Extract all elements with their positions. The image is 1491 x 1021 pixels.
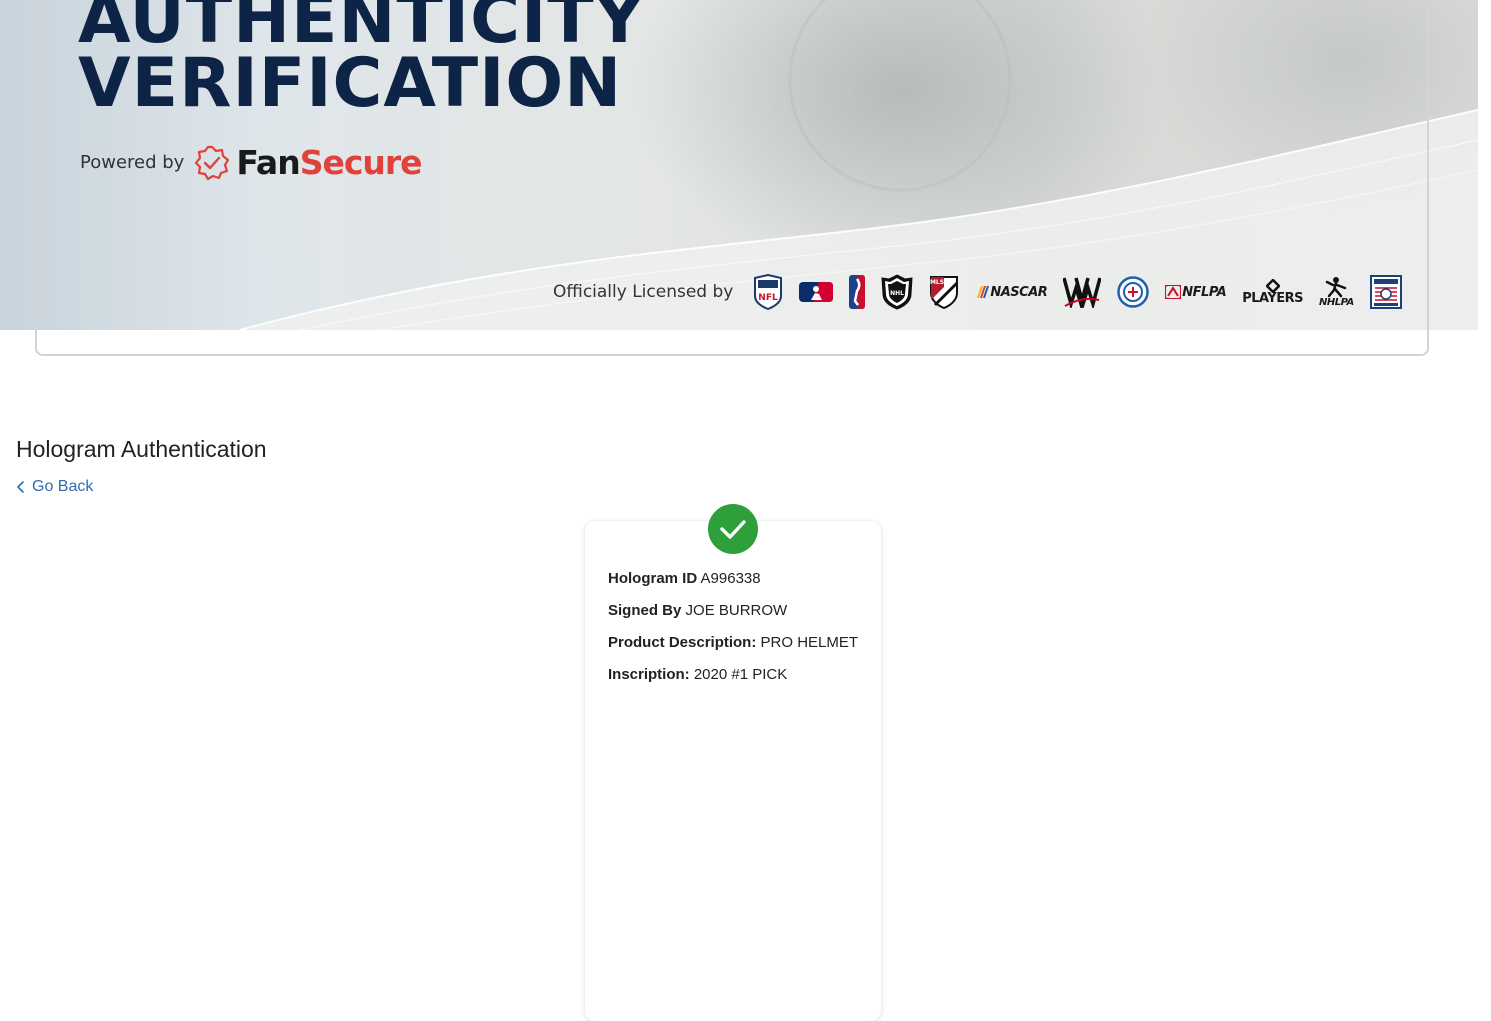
nfl-logo-icon: NFL [753, 274, 783, 310]
powered-by: Powered by FanSecure [80, 143, 423, 182]
verified-check-icon [708, 504, 758, 554]
licensed-by-label: Officially Licensed by [553, 282, 734, 302]
signed-by-label: Signed By [608, 602, 682, 619]
inscription-value: 2020 #1 PICK [693, 666, 788, 683]
wwe-logo-icon [1063, 274, 1102, 310]
hall-of-fame-logo-icon [1369, 274, 1402, 310]
signed-by-value: JOE BURROW [685, 602, 788, 619]
product-description-row: Product Description: PRO HELMET [608, 633, 858, 665]
mlb-logo-icon [799, 274, 834, 310]
fansecure-logo: FanSecure [194, 143, 423, 182]
nflpa-logo-icon: NFLPA [1165, 274, 1227, 310]
signed-by-row: Signed By JOE BURROW [608, 601, 858, 633]
svg-text:NHL: NHL [890, 290, 904, 297]
mls-logo-icon: MLS [929, 274, 959, 310]
hologram-details: Hologram ID A996338 Signed By JOE BURROW… [608, 569, 858, 697]
hologram-id-label: Hologram ID [608, 570, 698, 587]
inscription-row: Inscription: 2020 #1 PICK [608, 665, 858, 697]
nascar-wordmark: NASCAR [990, 284, 1048, 300]
page-title: Hologram Authentication [16, 436, 267, 462]
hologram-id-value: A996338 [700, 570, 761, 587]
players-wordmark: PLAYERS [1242, 291, 1304, 306]
go-back-label[interactable]: Go Back [32, 478, 93, 496]
nflpa-wordmark: NFLPA [1182, 284, 1227, 300]
nhlpa-wordmark: NHLPA [1319, 297, 1354, 308]
product-description-value: PRO HELMET [760, 634, 859, 651]
product-description-label: Product Description: [608, 634, 757, 651]
nascar-logo-icon: NASCAR [975, 274, 1048, 310]
mlbpa-logo-icon [1117, 274, 1150, 310]
badge-check-icon [195, 145, 230, 180]
authentication-result-card: Hologram ID A996338 Signed By JOE BURROW… [585, 504, 881, 1021]
licensed-leagues: Officially Licensed by NFL NHL MLS NASCA… [553, 274, 1402, 310]
go-back-link[interactable]: Go Back [16, 478, 93, 496]
nba-logo-icon [849, 274, 866, 310]
powered-by-label: Powered by [80, 152, 185, 173]
nhl-logo-icon: NHL [881, 274, 913, 310]
svg-text:MLS: MLS [930, 279, 944, 286]
nhlpa-logo-icon: NHLPA [1319, 274, 1354, 310]
svg-text:NFL: NFL [759, 293, 779, 303]
hologram-id-row: Hologram ID A996338 [608, 569, 858, 601]
fansecure-wordmark: FanSecure [236, 143, 422, 182]
inscription-label: Inscription: [608, 666, 690, 683]
hero-title-line-2: VERIFICATION [78, 44, 623, 123]
players-logo-icon: PLAYERS [1242, 274, 1304, 310]
chevron-left-icon [17, 481, 24, 493]
page-hero-title: AUTHENTICITY VERIFICATION [78, 0, 645, 123]
hero-banner: AUTHENTICITY VERIFICATION Powered by Fan… [0, 0, 1478, 330]
